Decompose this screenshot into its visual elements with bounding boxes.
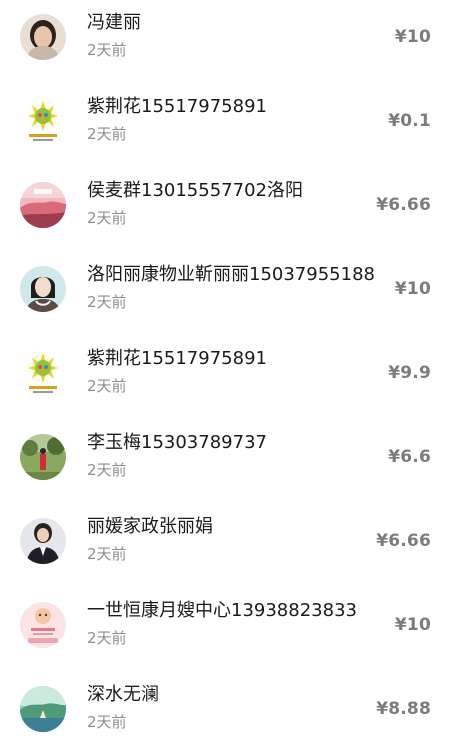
pink-landscape-avatar-icon xyxy=(20,182,66,228)
list-item[interactable]: 侯麦群13015557702洛阳 2天前 ¥6.66 xyxy=(0,168,450,252)
donation-amount: ¥9.9 xyxy=(388,363,431,383)
sun-flower-logo-avatar-icon xyxy=(20,350,66,396)
donor-name: 冯建丽 xyxy=(87,12,141,33)
donation-time: 2天前 xyxy=(87,209,127,227)
donation-time: 2天前 xyxy=(87,713,127,731)
donor-name: 洛阳丽康物业靳丽丽15037955188 xyxy=(87,264,375,285)
list-item[interactable]: 洛阳丽康物业靳丽丽15037955188 2天前 ¥10 xyxy=(0,252,450,336)
donor-name: 丽媛家政张丽娟 xyxy=(87,516,213,537)
donation-time: 2天前 xyxy=(87,377,127,395)
illustrated-woman-avatar-icon xyxy=(20,266,66,312)
list-item[interactable]: 李玉梅15303789737 2天前 ¥6.6 xyxy=(0,420,450,504)
donation-time: 2天前 xyxy=(87,41,127,59)
donation-amount: ¥6.66 xyxy=(376,531,431,551)
donation-amount: ¥8.88 xyxy=(376,699,431,719)
garden-person-avatar-icon xyxy=(20,434,66,480)
donor-name: 李玉梅15303789737 xyxy=(87,432,267,453)
donation-time: 2天前 xyxy=(87,125,127,143)
list-item[interactable]: 冯建丽 2天前 ¥10 xyxy=(0,0,450,84)
list-item[interactable]: 丽媛家政张丽娟 2天前 ¥6.66 xyxy=(0,504,450,588)
sun-flower-logo-avatar-icon xyxy=(20,98,66,144)
donation-list: 冯建丽 2天前 ¥10 紫荆花15517975891 2天前 ¥0.1 侯麦群1… xyxy=(0,0,450,755)
donor-name: 紫荆花15517975891 xyxy=(87,96,267,117)
donation-amount: ¥6.66 xyxy=(376,195,431,215)
donor-name: 深水无澜 xyxy=(87,684,159,705)
list-item[interactable]: 紫荆花15517975891 2天前 ¥9.9 xyxy=(0,336,450,420)
donor-name: 紫荆花15517975891 xyxy=(87,348,267,369)
donation-amount: ¥6.6 xyxy=(388,447,431,467)
donation-time: 2天前 xyxy=(87,461,127,479)
donation-time: 2天前 xyxy=(87,545,127,563)
donor-name: 侯麦群13015557702洛阳 xyxy=(87,180,303,201)
lake-landscape-avatar-icon xyxy=(20,686,66,732)
donation-time: 2天前 xyxy=(87,293,127,311)
list-item[interactable]: 深水无澜 2天前 ¥8.88 xyxy=(0,672,450,755)
donation-amount: ¥10 xyxy=(394,27,431,47)
donation-time: 2天前 xyxy=(87,629,127,647)
woman-portrait-avatar-icon xyxy=(20,14,66,60)
donation-amount: ¥0.1 xyxy=(388,111,431,131)
baby-logo-avatar-icon xyxy=(20,602,66,648)
donation-amount: ¥10 xyxy=(394,615,431,635)
list-item[interactable]: 一世恒康月嫂中心13938823833 2天前 ¥10 xyxy=(0,588,450,672)
businesswoman-avatar-icon xyxy=(20,518,66,564)
donor-name: 一世恒康月嫂中心13938823833 xyxy=(87,600,357,621)
donation-amount: ¥10 xyxy=(394,279,431,299)
list-item[interactable]: 紫荆花15517975891 2天前 ¥0.1 xyxy=(0,84,450,168)
